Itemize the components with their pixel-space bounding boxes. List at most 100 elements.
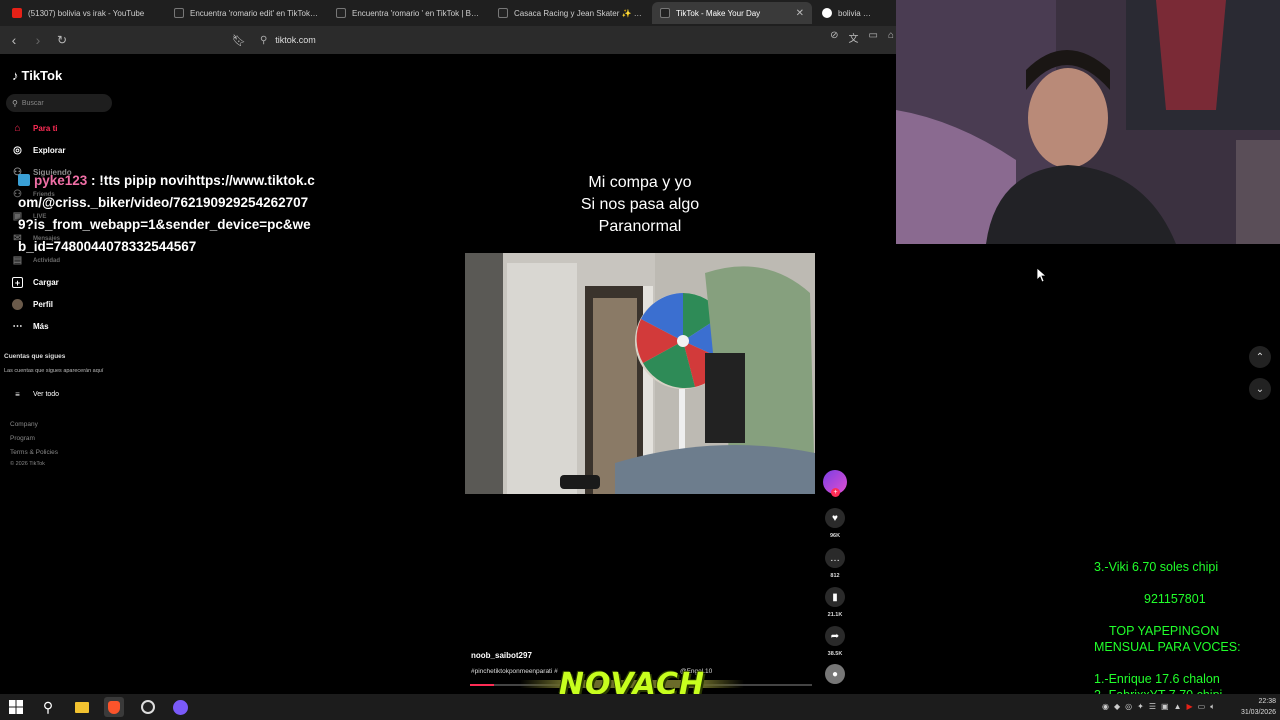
tray-app-icon[interactable]: ◎ bbox=[1125, 702, 1132, 712]
tiktok-note-icon: ♪ bbox=[12, 68, 19, 83]
browser-tab-bar: (51307) bolivia vs irak - YouTube Encuen… bbox=[0, 0, 896, 26]
sidebar-item-label: Perfil bbox=[33, 300, 54, 309]
file-explorer-icon[interactable] bbox=[72, 697, 92, 717]
tray-app-icon[interactable]: ✦ bbox=[1137, 702, 1144, 712]
tab-label: bolivia vs - Bus bbox=[838, 8, 872, 18]
tab-label: Encuentra 'romario edit' en TikTok | B bbox=[190, 8, 318, 18]
following-title: Cuentas que sigues bbox=[4, 353, 66, 360]
webcam-image bbox=[896, 0, 1280, 244]
follow-plus-icon[interactable]: + bbox=[831, 488, 840, 497]
forward-icon[interactable]: › bbox=[28, 30, 48, 50]
tray-app-icon[interactable]: ▣ bbox=[1161, 702, 1169, 712]
discord-tray-icon[interactable]: ◉ bbox=[1102, 702, 1109, 712]
compass-icon: ◎ bbox=[13, 145, 22, 156]
windows-logo-icon bbox=[9, 700, 23, 714]
system-tray: ◉ ◆ ◎ ✦ ☰ ▣ ▲ ▶ ▭ 🔈︎ bbox=[1102, 702, 1215, 712]
see-all-link[interactable]: ≡ Ver todo bbox=[12, 389, 59, 400]
browser-tab[interactable]: Casaca Racing y Jean Skater ✨ ❤️ // bbox=[490, 2, 650, 24]
avatar[interactable]: + bbox=[823, 470, 847, 497]
no-tracking-icon[interactable]: ⊘ bbox=[830, 30, 838, 45]
video-frame-image bbox=[465, 253, 815, 494]
youtube-icon bbox=[12, 8, 22, 18]
site-info-icon[interactable]: ⚲ bbox=[260, 35, 267, 46]
save-count: 21.1K bbox=[827, 612, 843, 618]
share-button[interactable]: ➦ 38.5K bbox=[820, 626, 850, 657]
obs-icon[interactable] bbox=[138, 697, 158, 717]
music-disc-button[interactable]: ● bbox=[820, 664, 850, 684]
video-author[interactable]: noob_saibot297 bbox=[471, 651, 532, 660]
cast-icon[interactable]: ▭ bbox=[869, 30, 878, 45]
search-icon: ⚲ bbox=[12, 98, 18, 108]
save-button[interactable]: ▮ 21.1K bbox=[820, 587, 850, 618]
next-video-button[interactable]: ⌄ bbox=[1249, 378, 1271, 400]
youtube-tray-icon[interactable]: ▶ bbox=[1186, 702, 1192, 712]
speaker-icon[interactable]: 🔈︎ bbox=[1210, 702, 1215, 712]
back-icon[interactable]: ‹ bbox=[4, 30, 24, 50]
caption-line: Si nos pasa algo bbox=[580, 196, 700, 213]
footer-terms[interactable]: Terms & Policies bbox=[10, 449, 58, 456]
tray-app-icon[interactable]: ◆ bbox=[1114, 702, 1120, 712]
screen: (51307) bolivia vs irak - YouTube Encuen… bbox=[0, 0, 1280, 720]
url-text[interactable]: tiktok.com bbox=[275, 35, 316, 45]
reload-icon[interactable]: ↻ bbox=[52, 30, 72, 50]
address-bar[interactable]: 🔖︎ ⚲ tiktok.com bbox=[232, 29, 896, 51]
share-arrow-icon[interactable]: ➦ bbox=[825, 626, 845, 646]
taskbar-clock[interactable]: 22:38 31/03/2026 bbox=[1232, 696, 1276, 718]
comment-count: 812 bbox=[830, 573, 840, 579]
sidebar-item-label: Actividad bbox=[33, 257, 61, 264]
tab-label: (51307) bolivia vs irak - YouTube bbox=[28, 8, 145, 18]
chat-badge-icon bbox=[18, 174, 30, 186]
donation-heading: MENSUAL PARA VOCES: bbox=[1094, 640, 1241, 654]
start-button[interactable] bbox=[6, 697, 26, 717]
tiktok-sidebar: ♪ TikTok ⚲ Buscar ⌂ Para ti ◎ Explorar ⚇ Si… bbox=[0, 54, 120, 694]
caption-line: Paranormal bbox=[598, 218, 682, 235]
mouse-cursor bbox=[1036, 267, 1048, 288]
sidebar-item-cargar[interactable]: + Cargar bbox=[12, 277, 59, 288]
comment-button[interactable]: … 812 bbox=[820, 548, 850, 579]
sidebar-item-mas[interactable]: ⋯ Más bbox=[12, 321, 49, 332]
footer-company[interactable]: Company bbox=[10, 421, 38, 428]
like-button[interactable]: ♥ 96K bbox=[820, 508, 850, 539]
comment-icon[interactable]: … bbox=[825, 548, 845, 568]
video-player[interactable] bbox=[465, 253, 815, 494]
search-input[interactable]: ⚲ Buscar bbox=[6, 94, 112, 112]
heart-icon[interactable]: ♥ bbox=[825, 508, 845, 528]
upload-icon: + bbox=[12, 277, 23, 288]
previous-video-button[interactable]: ⌃ bbox=[1249, 346, 1271, 368]
sidebar-item-explorar[interactable]: ◎ Explorar bbox=[12, 145, 65, 156]
network-icon[interactable]: ▭ bbox=[1198, 702, 1206, 712]
tiktok-icon bbox=[336, 8, 346, 18]
browser-tab[interactable]: Encuentra 'romario edit' en TikTok | B bbox=[166, 2, 326, 24]
bookmark-icon[interactable]: ▮ bbox=[825, 587, 845, 607]
discord-icon[interactable] bbox=[170, 697, 190, 717]
donation-line: 1.-Enrique 17.6 chalon bbox=[1094, 672, 1220, 686]
bookmark-icon[interactable]: 🔖︎ bbox=[232, 34, 246, 47]
sidebar-item-label: Para ti bbox=[33, 124, 58, 133]
tray-app-icon[interactable]: ▲ bbox=[1174, 702, 1182, 712]
webcam-feed bbox=[896, 0, 1280, 244]
tiktok-logo[interactable]: ♪ TikTok bbox=[12, 68, 62, 83]
donation-heading: TOP YAPEPINGON bbox=[1109, 624, 1220, 638]
search-placeholder: Buscar bbox=[21, 99, 44, 107]
browser-tab[interactable]: bolivia vs - Bus bbox=[814, 2, 880, 24]
brave-browser-icon[interactable] bbox=[104, 697, 124, 717]
search-icon[interactable]: ⚲ bbox=[38, 697, 58, 717]
music-disc-icon[interactable]: ● bbox=[825, 664, 845, 684]
tray-app-icon[interactable]: ☰ bbox=[1149, 702, 1156, 712]
footer-program[interactable]: Program bbox=[10, 435, 35, 442]
browser-tab-active[interactable]: TikTok - Make Your Day ✕ bbox=[652, 2, 812, 24]
browser-tab[interactable]: Encuentra 'romario ' en TikTok | Busc bbox=[328, 2, 488, 24]
tab-label: Casaca Racing y Jean Skater ✨ ❤️ // bbox=[514, 8, 642, 18]
address-bar-icons: ⊘ 文 ▭ ⌂ bbox=[830, 30, 894, 45]
creator-avatar-button[interactable]: + bbox=[820, 470, 850, 497]
close-icon[interactable]: ✕ bbox=[796, 8, 804, 19]
profile-icon bbox=[12, 299, 23, 310]
sidebar-item-para-ti[interactable]: ⌂ Para ti bbox=[12, 123, 57, 134]
tiktok-icon bbox=[174, 8, 184, 18]
donation-line: 3.-Viki 6.70 soles chipi bbox=[1094, 560, 1219, 574]
share-icon[interactable]: ⌂ bbox=[888, 30, 894, 45]
sidebar-item-perfil[interactable]: Perfil bbox=[12, 299, 53, 310]
browser-tab[interactable]: (51307) bolivia vs irak - YouTube bbox=[4, 2, 164, 24]
more-icon: ⋯ bbox=[12, 321, 23, 332]
translate-icon[interactable]: 文 bbox=[849, 30, 859, 45]
